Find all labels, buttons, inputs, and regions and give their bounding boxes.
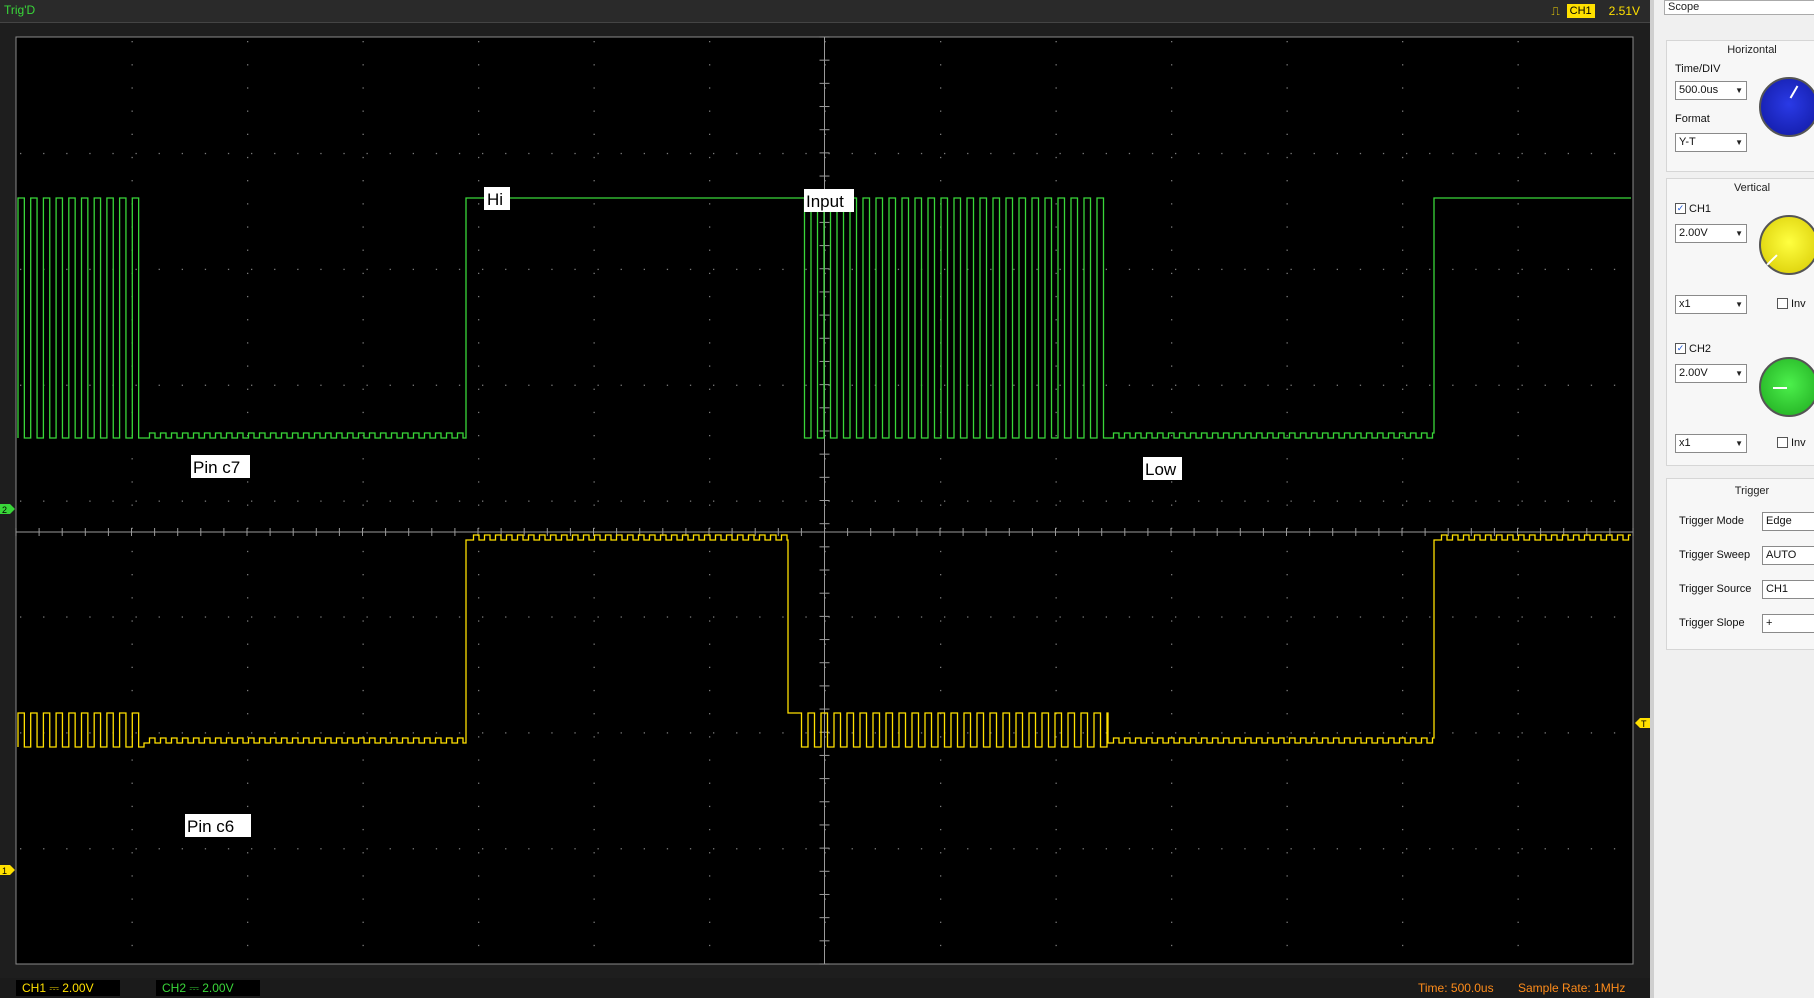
ch2-volts-knob[interactable] <box>1759 357 1814 417</box>
ch1-label: CH1 <box>1689 203 1712 215</box>
annotation-low-text: Low <box>1145 460 1177 479</box>
ch1-scale-status: CH1 ⎓ 2.00V <box>16 980 120 996</box>
trigger-source-select[interactable]: CH1 <box>1762 580 1814 599</box>
format-select[interactable]: Y-T ▼ <box>1675 133 1747 152</box>
ch2-invert-checkbox[interactable] <box>1777 437 1788 448</box>
time-div-select[interactable]: 500.0us ▼ <box>1675 81 1747 100</box>
svg-text:T: T <box>1641 719 1647 729</box>
annotation-low: Low <box>1143 457 1182 480</box>
rising-edge-icon: ⎍ <box>1551 3 1560 18</box>
ch2-ground-marker[interactable]: 2 <box>0 504 15 515</box>
trigger-mode-select[interactable]: Edge <box>1762 512 1814 531</box>
trigger-level-marker[interactable]: T <box>1635 718 1650 729</box>
trigger-channel: CH1 <box>1566 4 1595 18</box>
sample-rate-status: Sample Rate: 1MHz <box>1518 981 1626 995</box>
annotation-input: Input <box>804 189 854 212</box>
trigger-level: 2.51V <box>1608 4 1640 18</box>
annotation-input-text: Input <box>806 192 844 211</box>
annotation-hi: Hi <box>484 187 510 210</box>
top-status-bar: Trig'D ⎍ CH1 2.51V <box>0 0 1650 23</box>
ch2-volts-select[interactable]: 2.00V ▼ <box>1675 364 1747 383</box>
trigger-sweep-select[interactable]: AUTO <box>1762 546 1814 565</box>
annotation-pin-c6: Pin c6 <box>185 814 251 837</box>
vertical-group: Vertical ✓ CH1 2.00V ▼ x1 ▼ Inv ✓ CH2 2.00… <box>1666 178 1814 466</box>
trigger-slope-select[interactable]: + <box>1762 614 1814 633</box>
ch1-invert-label: Inv <box>1791 298 1806 310</box>
trigger-info: ⎍ CH1 2.51V <box>1551 3 1640 19</box>
annotation-pin-c6-text: Pin c6 <box>187 817 234 836</box>
time-div-label: Time/DIV <box>1675 63 1721 75</box>
trigger-source-label: Trigger Source <box>1679 583 1752 595</box>
trigger-group: Trigger Trigger Mode Edge Trigger Sweep … <box>1666 478 1814 650</box>
ch1-volts-select[interactable]: 2.00V ▼ <box>1675 224 1747 243</box>
annotation-pin-c7: Pin c7 <box>191 455 250 478</box>
trigger-sweep-label: Trigger Sweep <box>1679 549 1751 561</box>
format-label: Format <box>1675 113 1710 125</box>
chevron-down-icon: ▼ <box>1735 439 1743 448</box>
trigger-slope-label: Trigger Slope <box>1679 617 1745 629</box>
chevron-down-icon: ▼ <box>1735 138 1743 147</box>
chevron-down-icon: ▼ <box>1735 300 1743 309</box>
ch1-volts-knob[interactable] <box>1759 215 1814 275</box>
horizontal-group: Horizontal Time/DIV 500.0us ▼ Format Y-T ▼ <box>1666 40 1814 172</box>
ch2-probe-select[interactable]: x1 ▼ <box>1675 434 1747 453</box>
svg-text:2: 2 <box>2 505 7 515</box>
ch2-label: CH2 <box>1689 343 1712 355</box>
ch1-invert-checkbox[interactable] <box>1777 298 1788 309</box>
panel-title: Scope <box>1664 0 1814 15</box>
control-panel: Scope Horizontal Time/DIV 500.0us ▼ Forma… <box>1650 0 1814 998</box>
ch2-scale-status: CH2 ⎓ 2.00V <box>156 980 260 996</box>
chevron-down-icon: ▼ <box>1735 369 1743 378</box>
ch1-probe-select[interactable]: x1 ▼ <box>1675 295 1747 314</box>
chevron-down-icon: ▼ <box>1735 86 1743 95</box>
svg-text:1: 1 <box>2 866 7 876</box>
ch1-enable-checkbox[interactable]: ✓ <box>1675 203 1686 214</box>
trigger-status: Trig'D <box>4 3 36 17</box>
bottom-status-bar: CH1 ⎓ 2.00V CH2 ⎓ 2.00V Time: 500.0us Sa… <box>0 978 1650 998</box>
annotation-hi-text: Hi <box>487 190 503 209</box>
chevron-down-icon: ▼ <box>1735 229 1743 238</box>
scope-display[interactable]: Hi Input Pin c7 Low Pin c6 2 1 T <box>0 23 1650 978</box>
annotation-pin-c7-text: Pin c7 <box>193 458 240 477</box>
horizontal-title: Horizontal <box>1727 44 1777 56</box>
ch2-enable-checkbox[interactable]: ✓ <box>1675 343 1686 354</box>
ch2-invert-label: Inv <box>1791 437 1806 449</box>
time-div-knob[interactable] <box>1759 77 1814 137</box>
ch1-ground-marker[interactable]: 1 <box>0 865 15 876</box>
trigger-mode-label: Trigger Mode <box>1679 515 1745 527</box>
vertical-title: Vertical <box>1733 182 1771 194</box>
trigger-title: Trigger <box>1734 485 1770 497</box>
time-status: Time: 500.0us <box>1418 981 1494 995</box>
